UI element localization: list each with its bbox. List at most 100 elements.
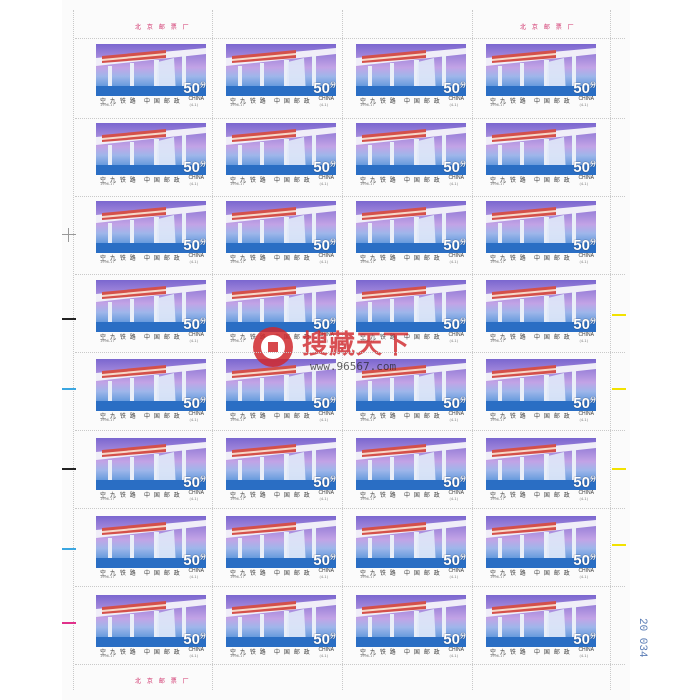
perforation-line (75, 586, 625, 587)
stamp-country: CHINA (448, 253, 464, 260)
stamp-country: CHINA (318, 174, 334, 181)
stamp-issue-code: 1996-17 (230, 417, 245, 422)
stamp-denomination: 50分 (573, 630, 596, 648)
stamp-country: CHINA (318, 253, 334, 260)
stamp: 50分 CHINA 空 九 铁 路中 国 邮 政 1996-17 (4-1) (220, 199, 342, 265)
sheet-serial-number: 20 034 (636, 618, 652, 678)
stamp-set-number: (4-1) (319, 181, 328, 186)
color-register-mark (62, 388, 76, 390)
stamp-denomination: 50分 (573, 158, 596, 176)
stamp-issuer: 中 国 邮 政 (144, 334, 181, 342)
stamp-issue-code: 1996-17 (490, 417, 505, 422)
perforation-line (75, 430, 625, 431)
stamp-country: CHINA (188, 96, 204, 102)
stamp-issuer: 中 国 邮 政 (144, 255, 181, 263)
stamp: 50分 CHINA 空 九 铁 路中 国 邮 政 1996-17 (4-1) (220, 121, 342, 187)
stamp-set-number: (4-1) (189, 653, 198, 658)
stamp-issuer: 中 国 邮 政 (534, 255, 571, 263)
stamp-denomination: 50分 (443, 473, 466, 491)
stamp-set-number: (4-1) (449, 496, 458, 501)
stamp-country: CHINA (578, 174, 594, 181)
stamp-set-number: (4-1) (449, 653, 458, 658)
stamp-issuer: 中 国 邮 政 (274, 491, 311, 499)
stamp-issuer: 中 国 邮 政 (404, 570, 441, 578)
color-register-mark (612, 314, 626, 316)
stamp-set-number: (4-1) (189, 339, 198, 344)
stamp-issue-code: 1996-17 (490, 575, 505, 580)
stamp-country: CHINA (578, 96, 594, 102)
stamp-issuer: 中 国 邮 政 (534, 491, 571, 499)
stamp-country: CHINA (318, 410, 334, 417)
stamp-set-number: (4-1) (579, 181, 588, 186)
stamp-issue-code: 1996-17 (230, 181, 245, 186)
stamp: 50分 CHINA 空 九 铁 路中 国 邮 政 1996-17 (4-1) (350, 199, 472, 265)
stamp-set-number: (4-1) (189, 575, 198, 580)
stamp: 50分 CHINA 空 九 铁 路中 国 邮 政 1996-17 (4-1) (90, 121, 212, 187)
stamp-denomination: 50分 (183, 394, 206, 412)
color-register-mark (62, 318, 76, 320)
stamp-denomination: 50分 (573, 394, 596, 412)
stamp-country: CHINA (188, 174, 204, 181)
stamp-issuer: 中 国 邮 政 (534, 648, 571, 656)
stamp-denomination: 50分 (573, 316, 596, 334)
stamp-denomination: 50分 (443, 80, 466, 97)
stamp: 50分 CHINA 空 九 铁 路中 国 邮 政 1996-17 (4-1) (350, 121, 472, 187)
stamp-country: CHINA (578, 332, 594, 339)
stamp-country: CHINA (448, 568, 464, 575)
stamp-issuer: 中 国 邮 政 (534, 570, 571, 578)
stamp-country: CHINA (318, 96, 334, 102)
printer-imprint: 北 京 邮 票 厂 (135, 24, 191, 31)
stamp-denomination: 50分 (573, 80, 596, 97)
stamp-set-number: (4-1) (189, 496, 198, 501)
stamp-set-number: (4-1) (319, 260, 328, 265)
stamp-issue-code: 1996-17 (490, 103, 505, 107)
stamp-issuer: 中 国 邮 政 (274, 570, 311, 578)
stamp-issuer: 中 国 邮 政 (274, 98, 311, 105)
stamp: 50分 CHINA 空 九 铁 路中 国 邮 政 1996-17 (4-1) (350, 42, 472, 108)
stamp-country: CHINA (448, 410, 464, 417)
stamp-set-number: (4-1) (579, 575, 588, 580)
stamp-denomination: 50分 (183, 473, 206, 491)
stamp-issuer: 中 国 邮 政 (404, 648, 441, 656)
stamp: 50分 CHINA 空 九 铁 路中 国 邮 政 1996-17 (4-1) (480, 42, 602, 108)
stamp-issuer: 中 国 邮 政 (144, 176, 181, 184)
stamp-country: CHINA (188, 646, 204, 653)
stamp-issue-code: 1996-17 (100, 496, 115, 501)
stamp-issue-code: 1996-17 (490, 260, 505, 265)
stamp-set-number: (4-1) (449, 103, 458, 107)
color-register-mark (612, 388, 626, 390)
stamp: 50分 CHINA 空 九 铁 路中 国 邮 政 1996-17 (4-1) (90, 278, 212, 344)
stamp-country: CHINA (318, 646, 334, 653)
stamp-issue-code: 1996-17 (100, 103, 115, 107)
stamp-issue-code: 1996-17 (360, 103, 375, 107)
color-register-mark (62, 468, 76, 470)
stamp-issuer: 中 国 邮 政 (404, 176, 441, 184)
stamp: 50分 CHINA 空 九 铁 路中 国 邮 政 1996-17 (4-1) (480, 278, 602, 344)
perforation-line (75, 508, 625, 509)
stamp-issuer: 中 国 邮 政 (534, 412, 571, 420)
stamp-issuer: 中 国 邮 政 (144, 570, 181, 578)
stamp-denomination: 50分 (313, 237, 336, 255)
serial-number-text: 20 034 (636, 618, 648, 658)
stamp-country: CHINA (578, 410, 594, 417)
stamp-denomination: 50分 (443, 630, 466, 648)
stamp: 50分 CHINA 空 九 铁 路中 国 邮 政 1996-17 (4-1) (350, 514, 472, 580)
stamp-country: CHINA (578, 646, 594, 653)
stamp-issue-code: 1996-17 (100, 181, 115, 186)
stamp: 50分 CHINA 空 九 铁 路中 国 邮 政 1996-17 (4-1) (90, 593, 212, 659)
color-register-mark (612, 468, 626, 470)
registration-crosshair (62, 228, 76, 242)
stamp-set-number: (4-1) (579, 260, 588, 265)
stamp-country: CHINA (448, 174, 464, 181)
printer-imprint: 北 京 邮 票 厂 (520, 24, 576, 31)
stamp-issue-code: 1996-17 (100, 575, 115, 580)
stamp: 50分 CHINA 空 九 铁 路中 国 邮 政 1996-17 (4-1) (480, 357, 602, 423)
stamp-denomination: 50分 (573, 237, 596, 255)
stamp-set-number: (4-1) (579, 496, 588, 501)
stamp-denomination: 50分 (443, 552, 466, 570)
perforation-line (75, 664, 625, 665)
perforation-line (75, 38, 625, 39)
stamp-issuer: 中 国 邮 政 (144, 491, 181, 499)
stamp-set-number: (4-1) (189, 417, 198, 422)
perforation-line (75, 352, 625, 353)
